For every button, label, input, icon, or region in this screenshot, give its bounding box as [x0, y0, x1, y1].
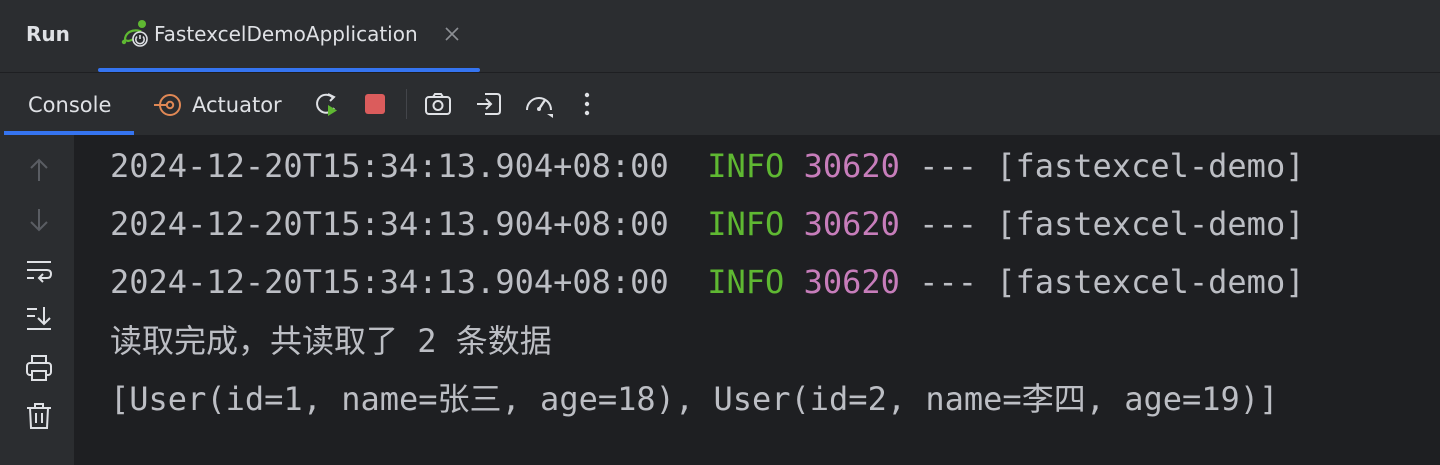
tool-window-header: Run FastexcelDemoApplication: [0, 0, 1440, 72]
toolbar-separator: [406, 89, 407, 119]
rerun-icon[interactable]: [310, 88, 342, 120]
close-tab-icon[interactable]: [442, 24, 462, 44]
log-timestamp: 2024-12-20T15:34:13.904+08:00: [110, 147, 669, 185]
actuator-icon: [154, 94, 181, 116]
console-text-line: [User(id=1, name=张三, age=18), User(id=2,…: [110, 380, 1279, 418]
console-tab-label: Console: [28, 93, 112, 117]
log-level: INFO: [707, 263, 785, 301]
log-pid: 30620: [803, 263, 900, 301]
down-arrow-icon[interactable]: [24, 205, 54, 235]
console-output[interactable]: 2024-12-20T15:34:13.904+08:00 INFO 30620…: [74, 135, 1440, 465]
profiler-gauge-icon[interactable]: [523, 88, 555, 120]
print-icon[interactable]: [24, 353, 54, 383]
log-separator: ---: [919, 263, 977, 301]
up-arrow-icon[interactable]: [24, 155, 54, 185]
screenshot-camera-icon[interactable]: [422, 88, 454, 120]
log-thread: [fastexcel-demo]: [996, 263, 1305, 301]
log-thread: [fastexcel-demo]: [996, 205, 1305, 243]
console-gutter: [0, 135, 74, 465]
stop-icon[interactable]: [359, 88, 391, 120]
more-options-icon[interactable]: [571, 88, 603, 120]
log-pid: 30620: [803, 205, 900, 243]
tab-fastexcel-demo-application[interactable]: FastexcelDemoApplication: [98, 0, 480, 72]
tab-actuator[interactable]: Actuator: [150, 73, 290, 135]
actuator-tab-label: Actuator: [192, 93, 282, 117]
clear-trash-icon[interactable]: [24, 401, 54, 431]
log-level: INFO: [707, 147, 785, 185]
app-tab-label: FastexcelDemoApplication: [154, 22, 418, 46]
log-line: 2024-12-20T15:34:13.904+08:00 INFO 30620…: [110, 204, 1304, 244]
log-separator: ---: [919, 147, 977, 185]
log-thread: [fastexcel-demo]: [996, 147, 1305, 185]
spring-run-config-icon: [121, 20, 148, 47]
soft-wrap-icon[interactable]: [24, 255, 54, 285]
log-separator: ---: [919, 205, 977, 243]
log-line: 2024-12-20T15:34:13.904+08:00 INFO 30620…: [110, 262, 1304, 302]
console-text-line: 读取完成，共读取了 2 条数据: [110, 322, 552, 360]
run-tool-window-title: Run: [26, 22, 70, 46]
log-pid: 30620: [803, 147, 900, 185]
console-toolbar: Console Actuator: [0, 73, 1440, 135]
scroll-to-end-icon[interactable]: [24, 303, 54, 333]
log-line: 2024-12-20T15:34:13.904+08:00 INFO 30620…: [110, 146, 1304, 186]
log-timestamp: 2024-12-20T15:34:13.904+08:00: [110, 205, 669, 243]
log-timestamp: 2024-12-20T15:34:13.904+08:00: [110, 263, 669, 301]
exit-icon[interactable]: [473, 88, 505, 120]
tab-console[interactable]: Console: [4, 73, 134, 135]
log-level: INFO: [707, 205, 785, 243]
